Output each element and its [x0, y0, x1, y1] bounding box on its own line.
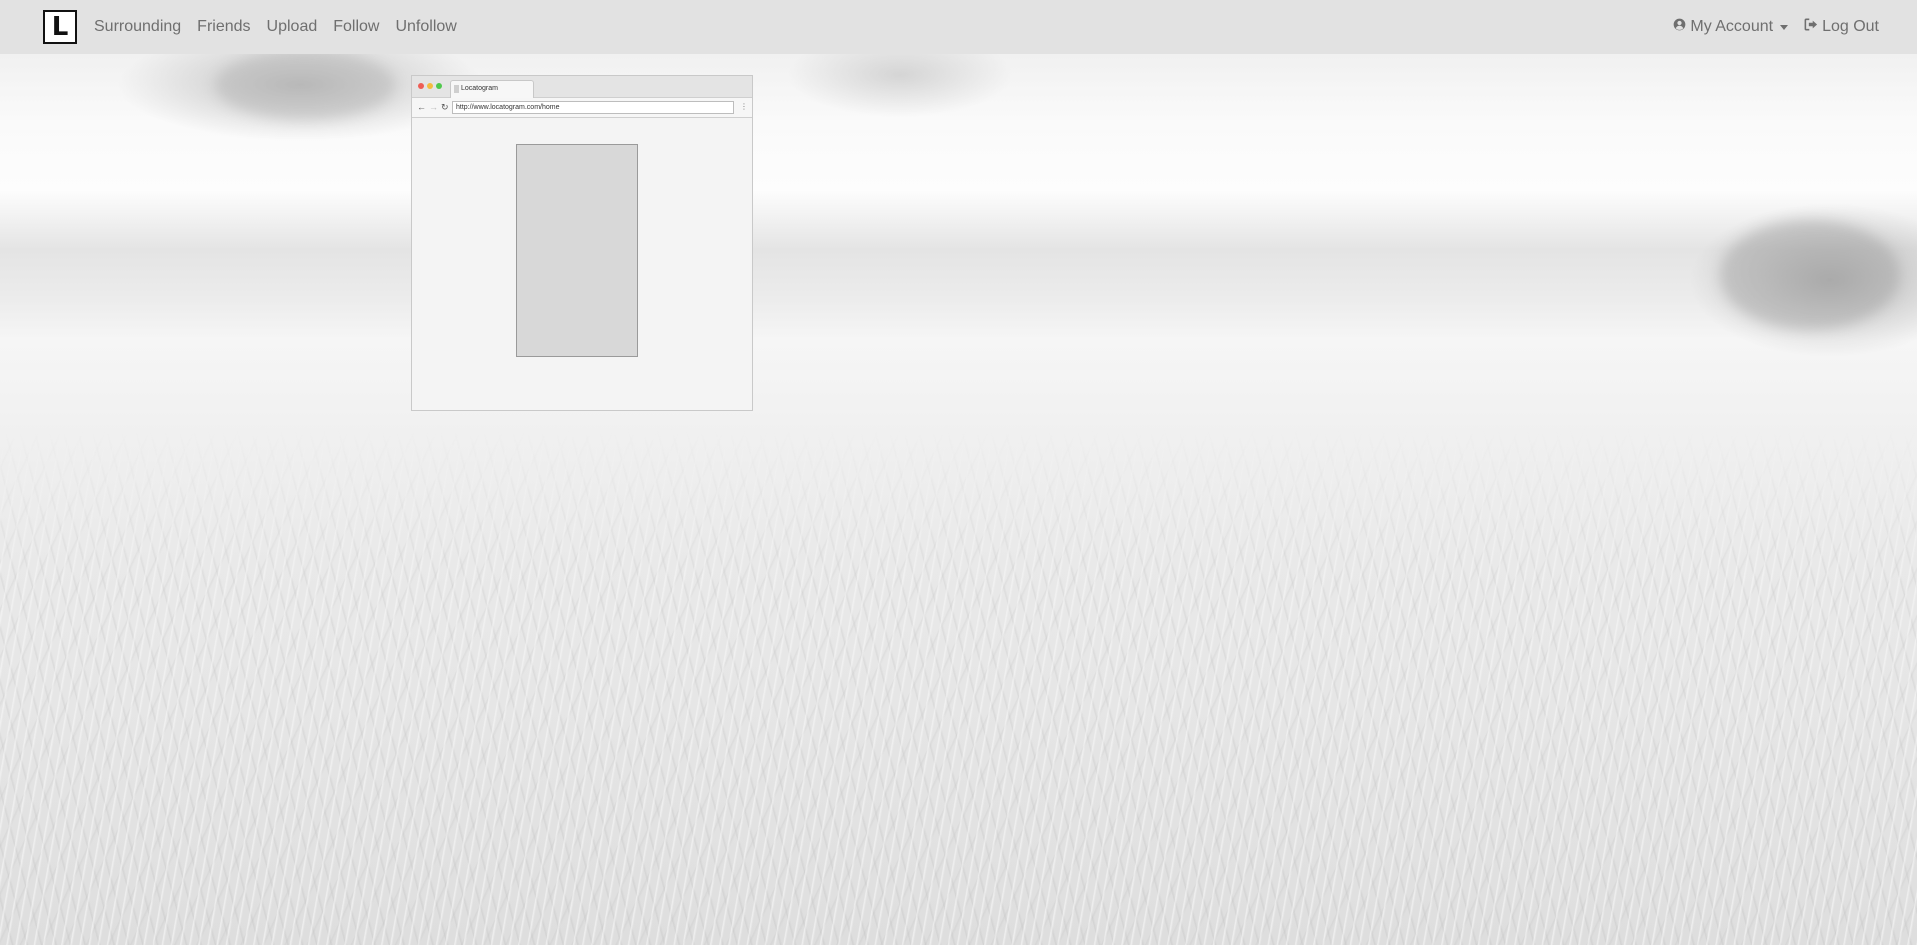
- navbar-right: My Account Log Out: [1665, 18, 1879, 36]
- navbar-left: L Surrounding Friends Upload Follow Unfo…: [43, 10, 465, 44]
- nav-link-surrounding[interactable]: Surrounding: [86, 18, 189, 36]
- mockup-address-bar: ← → ↻ http://www.locatogram.com/home ⋮: [412, 98, 752, 118]
- phone-placeholder: [516, 144, 638, 357]
- my-account-dropdown[interactable]: My Account: [1665, 18, 1796, 36]
- my-account-label: My Account: [1690, 18, 1774, 35]
- background-image: [0, 0, 1917, 945]
- background-blur-shape: [1720, 220, 1900, 330]
- logout-label: Log Out: [1822, 18, 1879, 35]
- mockup-tab-title: Locatogram: [461, 85, 498, 92]
- mockup-tab: Locatogram: [450, 80, 534, 98]
- user-circle-icon: [1673, 18, 1686, 36]
- favicon-icon: [454, 85, 459, 93]
- nav-link-friends[interactable]: Friends: [189, 18, 258, 36]
- mockup-content: [412, 118, 752, 410]
- browser-mockup: Locatogram ← → ↻ http://www.locatogram.c…: [411, 75, 753, 411]
- sign-out-icon: [1804, 18, 1818, 36]
- brand-logo-letter: L: [51, 12, 69, 42]
- nav-link-follow[interactable]: Follow: [325, 18, 387, 36]
- arrow-left-icon: ←: [417, 102, 426, 112]
- arrow-right-icon: →: [429, 102, 438, 112]
- mockup-tab-bar: Locatogram: [412, 76, 752, 98]
- nav-link-unfollow[interactable]: Unfollow: [387, 18, 464, 36]
- reload-icon: ↻: [441, 102, 449, 112]
- maximize-dot-icon: [436, 83, 442, 89]
- mockup-url: http://www.locatogram.com/home: [452, 101, 734, 114]
- background-blur-shape: [215, 50, 395, 120]
- logout-link[interactable]: Log Out: [1796, 18, 1879, 36]
- background-grass: [0, 425, 1917, 945]
- close-dot-icon: [418, 83, 424, 89]
- top-navbar: L Surrounding Friends Upload Follow Unfo…: [0, 0, 1917, 54]
- nav-link-upload[interactable]: Upload: [259, 18, 326, 36]
- kebab-menu-icon: ⋮: [740, 102, 748, 111]
- caret-down-icon: [1780, 25, 1789, 30]
- minimize-dot-icon: [427, 83, 433, 89]
- brand-logo[interactable]: L: [43, 10, 77, 44]
